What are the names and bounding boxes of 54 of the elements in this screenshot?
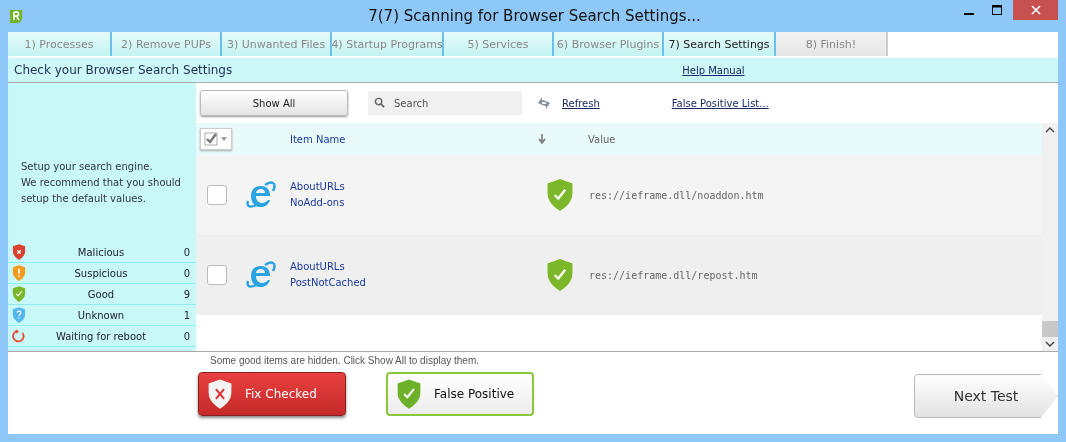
sort-arrow-icon[interactable] xyxy=(538,134,546,144)
help-link[interactable]: Help Manual xyxy=(682,64,745,76)
next-test-button[interactable]: Next Test xyxy=(914,374,1058,418)
fix-checked-button[interactable]: Fix Checked xyxy=(198,372,346,416)
item-name: AboutURLs PostNotCached xyxy=(290,260,367,290)
value-cell: res://ieframe.dll/repost.htm xyxy=(589,269,758,281)
legend-label: Waiting for reboot xyxy=(54,330,148,342)
maximize-icon xyxy=(992,5,1002,15)
step-tab[interactable]: 5) Services xyxy=(444,32,554,56)
row-checkbox[interactable] xyxy=(207,265,227,285)
legend-label: Unknown xyxy=(76,309,126,321)
close-icon xyxy=(1030,5,1041,15)
legend-count: 0 xyxy=(182,246,190,258)
search-field[interactable]: Search xyxy=(368,91,522,115)
step-tab[interactable]: 8) Finish! xyxy=(776,32,888,56)
show-all-button[interactable]: Show All xyxy=(200,90,348,116)
item-name: AboutURLs NoAdd-ons xyxy=(290,180,346,210)
column-header[interactable]: Item Name xyxy=(290,133,538,145)
legend-count: 1 xyxy=(182,309,190,321)
legend-label: Suspicious xyxy=(73,267,129,279)
select-all-checkbox[interactable] xyxy=(200,128,232,150)
step-tab[interactable]: 2) Remove PUPs xyxy=(112,32,222,56)
legend-count: 9 xyxy=(182,288,190,300)
browser-icon xyxy=(245,179,277,211)
refresh-link[interactable]: Refresh xyxy=(562,97,600,109)
scroll-up-icon[interactable] xyxy=(1045,127,1055,133)
shield-check-icon xyxy=(396,379,422,409)
window-title: 7(7) Scanning for Browser Search Settings... xyxy=(367,7,702,25)
browser-icon xyxy=(245,259,277,291)
app-logo-icon xyxy=(8,8,24,24)
legend-count: 0 xyxy=(182,267,190,279)
refresh-icon xyxy=(536,95,552,111)
description-text: Setup your search engine. We recommend that you should setup the default values. xyxy=(21,160,182,206)
search-icon xyxy=(374,97,385,108)
legend-count: 0 xyxy=(182,330,190,342)
shield-x-icon xyxy=(207,379,233,409)
row-checkbox[interactable] xyxy=(207,185,227,205)
legend-label: Good xyxy=(86,288,116,300)
scroll-down-icon[interactable] xyxy=(1045,341,1055,347)
scrollbar-thumb[interactable] xyxy=(1042,321,1058,337)
step-tab[interactable]: 3) Unwanted Files xyxy=(222,32,332,56)
hint-text: Some good items are hidden. Click Show All to display them. xyxy=(210,355,481,366)
column-header[interactable]: Value xyxy=(588,133,616,145)
scrollbar[interactable] xyxy=(1042,123,1058,351)
value-cell: res://ieframe.dll/noaddon.htm xyxy=(589,189,764,201)
section-title: Check your Browser Search Settings xyxy=(13,63,233,77)
minimize-icon xyxy=(964,13,974,15)
step-tab[interactable]: 7) Search Settings xyxy=(664,32,776,56)
step-tab[interactable]: 6) Browser Plugins xyxy=(554,32,664,56)
false-positive-list-link[interactable]: False Positive List... xyxy=(671,97,769,109)
step-tab[interactable]: 1) Processes xyxy=(8,32,112,56)
step-tab[interactable]: 4) Startup Programs xyxy=(332,32,444,56)
false-positive-button[interactable]: False Positive xyxy=(386,372,534,416)
legend-label: Malicious xyxy=(76,246,126,258)
